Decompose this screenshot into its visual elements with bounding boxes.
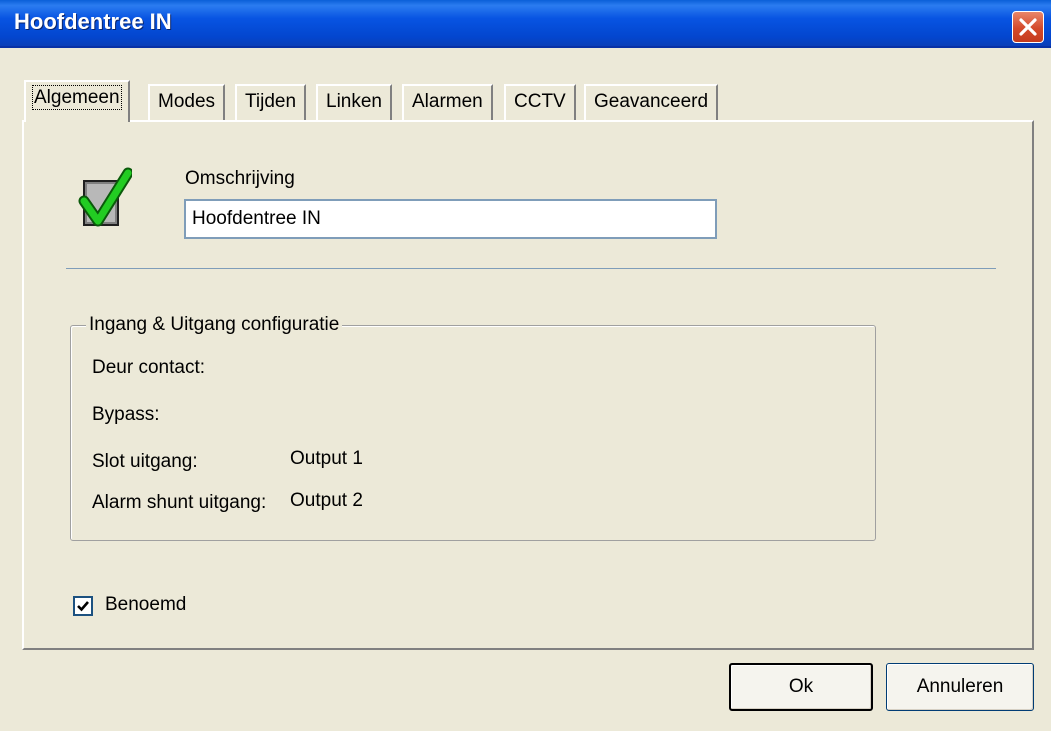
tab-modes[interactable]: Modes — [148, 84, 226, 120]
ok-button[interactable]: Ok — [729, 663, 873, 711]
tab-linken[interactable]: Linken — [316, 84, 392, 120]
named-checkbox[interactable] — [73, 596, 93, 616]
lock-output-label: Slot uitgang: — [92, 451, 198, 472]
close-icon — [1019, 18, 1037, 36]
cancel-button[interactable]: Annuleren — [886, 663, 1034, 711]
alarm-shunt-output-value: Output 2 — [290, 490, 363, 511]
tab-algemeen[interactable]: Algemeen — [24, 80, 130, 122]
enabled-check-icon — [78, 167, 132, 227]
window-title: Hoofdentree IN — [14, 9, 172, 34]
tab-cctv[interactable]: CCTV — [504, 84, 576, 120]
description-input[interactable] — [184, 199, 717, 239]
lock-output-value: Output 1 — [290, 448, 363, 469]
description-label: Omschrijving — [185, 168, 295, 189]
door-contact-label: Deur contact: — [92, 357, 205, 378]
tab-geavanceerd[interactable]: Geavanceerd — [584, 84, 719, 120]
tab-tijden[interactable]: Tijden — [235, 84, 307, 120]
named-checkbox-label: Benoemd — [105, 594, 187, 615]
io-config-legend: Ingang & Uitgang configuratie — [86, 314, 343, 336]
close-button[interactable] — [1012, 11, 1044, 43]
tab-alarmen[interactable]: Alarmen — [402, 84, 493, 120]
divider — [66, 268, 996, 269]
title-bar: Hoofdentree IN — [0, 0, 1051, 48]
alarm-shunt-output-label: Alarm shunt uitgang: — [92, 492, 267, 513]
checkmark-icon — [77, 601, 89, 612]
bypass-label: Bypass: — [92, 404, 160, 425]
